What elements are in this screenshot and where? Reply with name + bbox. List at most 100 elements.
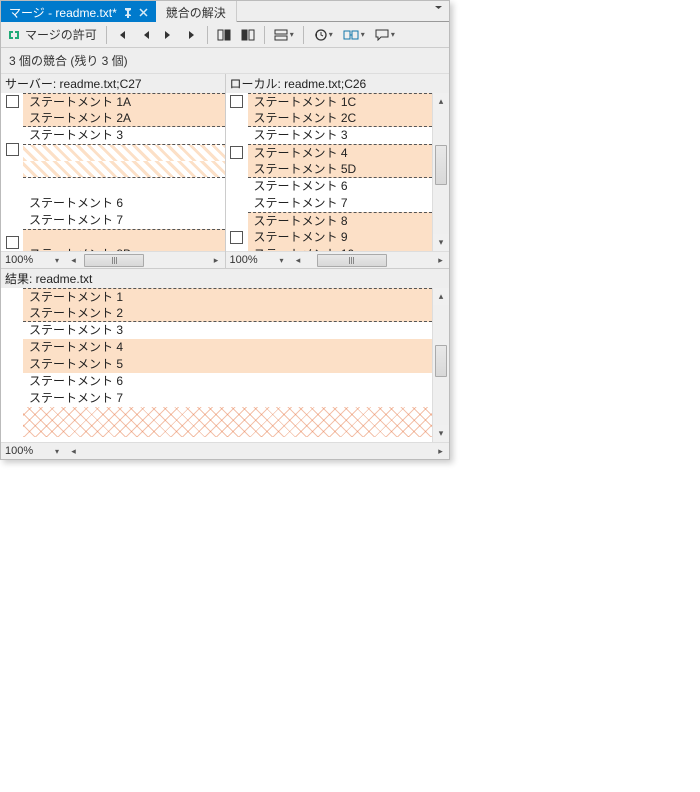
server-zoom[interactable]: 100% xyxy=(1,254,49,266)
server-pane-title: サーバー: readme.txt;C27 xyxy=(1,74,225,93)
view-options-button[interactable]: ▾ xyxy=(270,24,298,46)
conflict-checkbox[interactable] xyxy=(230,95,243,108)
result-pane: ステートメント 1 ステートメント 2 ステートメント 3 ステートメント 4 … xyxy=(1,288,449,442)
nav-prev-button[interactable] xyxy=(134,24,156,46)
code-line: ステートメント 2C xyxy=(248,110,433,127)
layout-vertical-button[interactable] xyxy=(237,24,259,46)
pin-icon[interactable] xyxy=(123,8,133,18)
server-gutter xyxy=(1,93,23,251)
zoom-dropdown[interactable]: ▾ xyxy=(49,256,65,265)
code-line: ステートメント 10 xyxy=(248,246,433,251)
code-line xyxy=(23,178,225,195)
result-vscroll[interactable]: ▴ ▾ xyxy=(432,288,449,442)
nav-last-button[interactable] xyxy=(182,24,202,46)
vscroll-down[interactable]: ▾ xyxy=(433,425,449,442)
result-zoom[interactable]: 100% xyxy=(1,445,49,457)
separator xyxy=(207,26,208,44)
chevron-down-icon: ▾ xyxy=(290,30,294,39)
result-pane-title: 結果: readme.txt xyxy=(1,268,449,288)
conflict-summary: 3 個の競合 (残り 3 個) xyxy=(1,48,449,74)
vscroll-down[interactable]: ▾ xyxy=(433,234,449,251)
code-line: ステートメント 2A xyxy=(23,110,225,127)
code-line: ステートメント 2 xyxy=(23,305,432,322)
code-line: ステートメント 3 xyxy=(23,322,432,339)
toolbar: マージの許可 ▾ ▾ ▾ ▾ xyxy=(1,22,449,48)
close-icon[interactable] xyxy=(139,8,148,17)
code-line: ステートメント 3 xyxy=(248,127,433,144)
hscroll-right[interactable]: ▸ xyxy=(432,255,449,266)
hscroll-track[interactable] xyxy=(82,444,432,459)
tab-list-dropdown[interactable] xyxy=(428,1,449,21)
hscroll-left[interactable]: ◂ xyxy=(65,255,82,266)
code-line: ステートメント 3 xyxy=(23,127,225,144)
chevron-down-icon: ▾ xyxy=(329,30,333,39)
merge-icon xyxy=(7,28,21,42)
separator xyxy=(106,26,107,44)
local-pane: ローカル: readme.txt;C26 ステートメント 1C ステートメント … xyxy=(226,74,450,268)
code-line: ステートメント 4 xyxy=(248,144,433,161)
code-line: ステートメント 4 xyxy=(23,339,432,356)
hscroll-right[interactable]: ▸ xyxy=(432,446,449,457)
local-zoom[interactable]: 100% xyxy=(226,254,274,266)
local-lines[interactable]: ステートメント 1C ステートメント 2C ステートメント 3 ステートメント … xyxy=(248,93,433,251)
history-button[interactable]: ▾ xyxy=(309,24,337,46)
hscroll-thumb[interactable] xyxy=(317,254,387,267)
code-line: ステートメント 9 xyxy=(248,229,433,246)
vscroll-thumb[interactable] xyxy=(435,145,447,185)
local-vscroll[interactable]: ▴ ▾ xyxy=(432,93,449,251)
hscroll-right[interactable]: ▸ xyxy=(208,255,225,266)
code-line: ステートメント 8 xyxy=(248,212,433,229)
conflict-checkbox[interactable] xyxy=(6,143,19,156)
vscroll-track[interactable] xyxy=(433,110,449,234)
hscroll-track[interactable] xyxy=(307,253,433,268)
server-lines[interactable]: ステートメント 1A ステートメント 2A ステートメント 3 ステートメント … xyxy=(23,93,225,251)
vscroll-up[interactable]: ▴ xyxy=(433,93,449,110)
top-panes: サーバー: readme.txt;C27 ステートメント 1A ステート xyxy=(1,74,449,268)
code-line: ステートメント 5D xyxy=(248,161,433,178)
zoom-dropdown[interactable]: ▾ xyxy=(274,256,290,265)
result-gutter xyxy=(1,288,23,442)
layout-horizontal-button[interactable] xyxy=(213,24,235,46)
nav-next-button[interactable] xyxy=(158,24,180,46)
hscroll-track[interactable] xyxy=(82,253,208,268)
compare-button[interactable]: ▾ xyxy=(339,24,369,46)
code-line: ステートメント 1A xyxy=(23,93,225,110)
tab-conflict-resolve[interactable]: 競合の解決 xyxy=(156,1,237,22)
tab-conflict-label: 競合の解決 xyxy=(166,4,226,21)
code-line: ステートメント 7 xyxy=(248,195,433,212)
hscroll-thumb[interactable] xyxy=(84,254,144,267)
result-lines[interactable]: ステートメント 1 ステートメント 2 ステートメント 3 ステートメント 4 … xyxy=(23,288,432,442)
merge-window: マージ - readme.txt* 競合の解決 マージの許可 ▾ xyxy=(0,0,450,460)
vscroll-track[interactable] xyxy=(433,305,449,425)
tab-bar: マージ - readme.txt* 競合の解決 xyxy=(1,1,449,22)
code-line xyxy=(23,161,225,178)
code-line: ステートメント 6 xyxy=(23,195,225,212)
code-line: ステートメント 6 xyxy=(248,178,433,195)
vscroll-up[interactable]: ▴ xyxy=(433,288,449,305)
code-line: ステートメント 8B xyxy=(23,246,225,251)
local-gutter xyxy=(226,93,248,251)
hscroll-left[interactable]: ◂ xyxy=(290,255,307,266)
separator xyxy=(303,26,304,44)
zoom-dropdown[interactable]: ▾ xyxy=(49,447,65,456)
separator xyxy=(264,26,265,44)
vscroll-thumb[interactable] xyxy=(435,345,447,377)
code-line: ステートメント 7 xyxy=(23,390,432,407)
code-line: ステートメント 1 xyxy=(23,288,432,305)
allow-merge-button[interactable]: マージの許可 xyxy=(5,24,101,46)
code-line xyxy=(23,229,225,246)
tab-merge-active[interactable]: マージ - readme.txt* xyxy=(1,1,156,22)
tab-merge-label: マージ - readme.txt* xyxy=(9,4,117,21)
local-pane-title: ローカル: readme.txt;C26 xyxy=(226,74,450,93)
server-pane: サーバー: readme.txt;C27 ステートメント 1A ステート xyxy=(1,74,226,268)
hscroll-left[interactable]: ◂ xyxy=(65,446,82,457)
conflict-checkbox[interactable] xyxy=(230,231,243,244)
conflict-checkbox[interactable] xyxy=(6,95,19,108)
chevron-down-icon: ▾ xyxy=(361,30,365,39)
comment-button[interactable]: ▾ xyxy=(371,24,399,46)
allow-merge-label: マージの許可 xyxy=(25,26,97,43)
conflict-checkbox[interactable] xyxy=(230,146,243,159)
code-line: ステートメント 6 xyxy=(23,373,432,390)
nav-first-button[interactable] xyxy=(112,24,132,46)
conflict-checkbox[interactable] xyxy=(6,236,19,249)
